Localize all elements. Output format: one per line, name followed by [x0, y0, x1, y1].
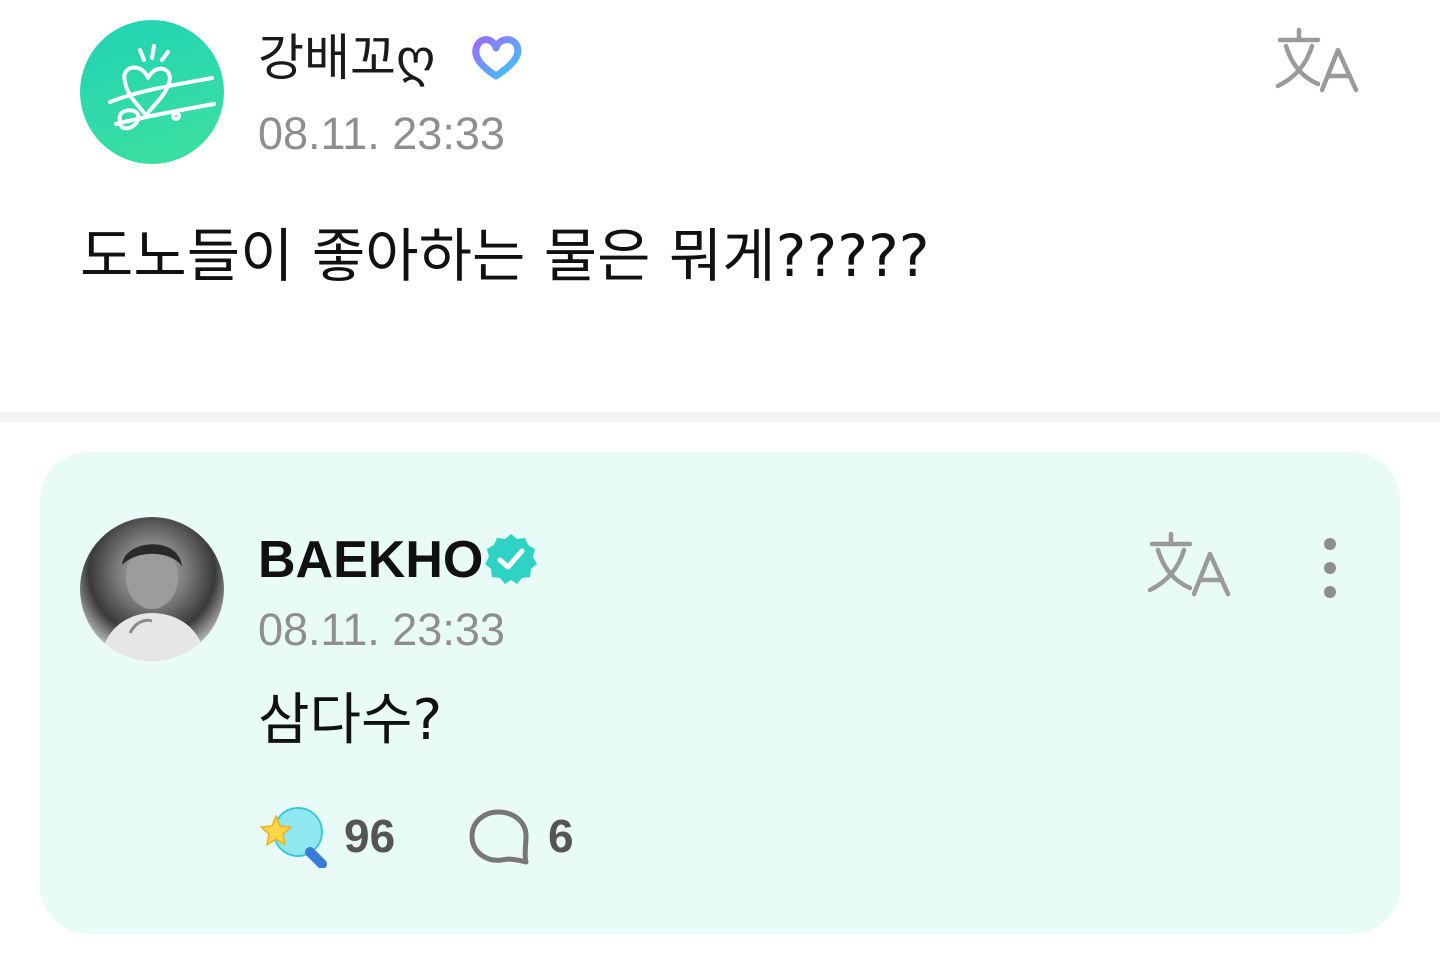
comment-bubble-icon[interactable] — [468, 806, 538, 870]
translate-icon[interactable] — [1274, 26, 1362, 96]
reply-timestamp: 08.11. 23:33 — [258, 604, 505, 655]
membership-heart-icon — [472, 36, 522, 80]
fan-post: 강배꼬ღ 08.11. 23:33 도노들이 좋아하는 물은 뭐게????? — [0, 0, 1440, 412]
artist-reply-card — [40, 452, 1400, 934]
translate-icon[interactable] — [1146, 530, 1234, 600]
fan-avatar[interactable] — [80, 20, 224, 164]
reaction-lightstick-icon[interactable] — [258, 804, 328, 868]
reply-body-text: 삼다수? — [258, 688, 443, 753]
post-timestamp: 08.11. 23:33 — [258, 108, 505, 159]
comment-count: 6 — [548, 810, 574, 862]
more-vertical-icon[interactable] — [1308, 532, 1352, 604]
artist-avatar[interactable] — [80, 517, 224, 661]
artist-author-name[interactable]: BAEKHO — [258, 528, 483, 592]
section-divider — [0, 412, 1440, 422]
reaction-count: 96 — [344, 810, 396, 862]
fan-author-name[interactable]: 강배꼬ღ — [258, 26, 435, 90]
artist-portrait-icon — [100, 544, 206, 661]
verified-badge-icon — [485, 534, 537, 584]
fan-avatar-doodle-icon — [108, 44, 216, 131]
post-body-text: 도노들이 좋아하는 물은 뭐게????? — [80, 222, 930, 290]
